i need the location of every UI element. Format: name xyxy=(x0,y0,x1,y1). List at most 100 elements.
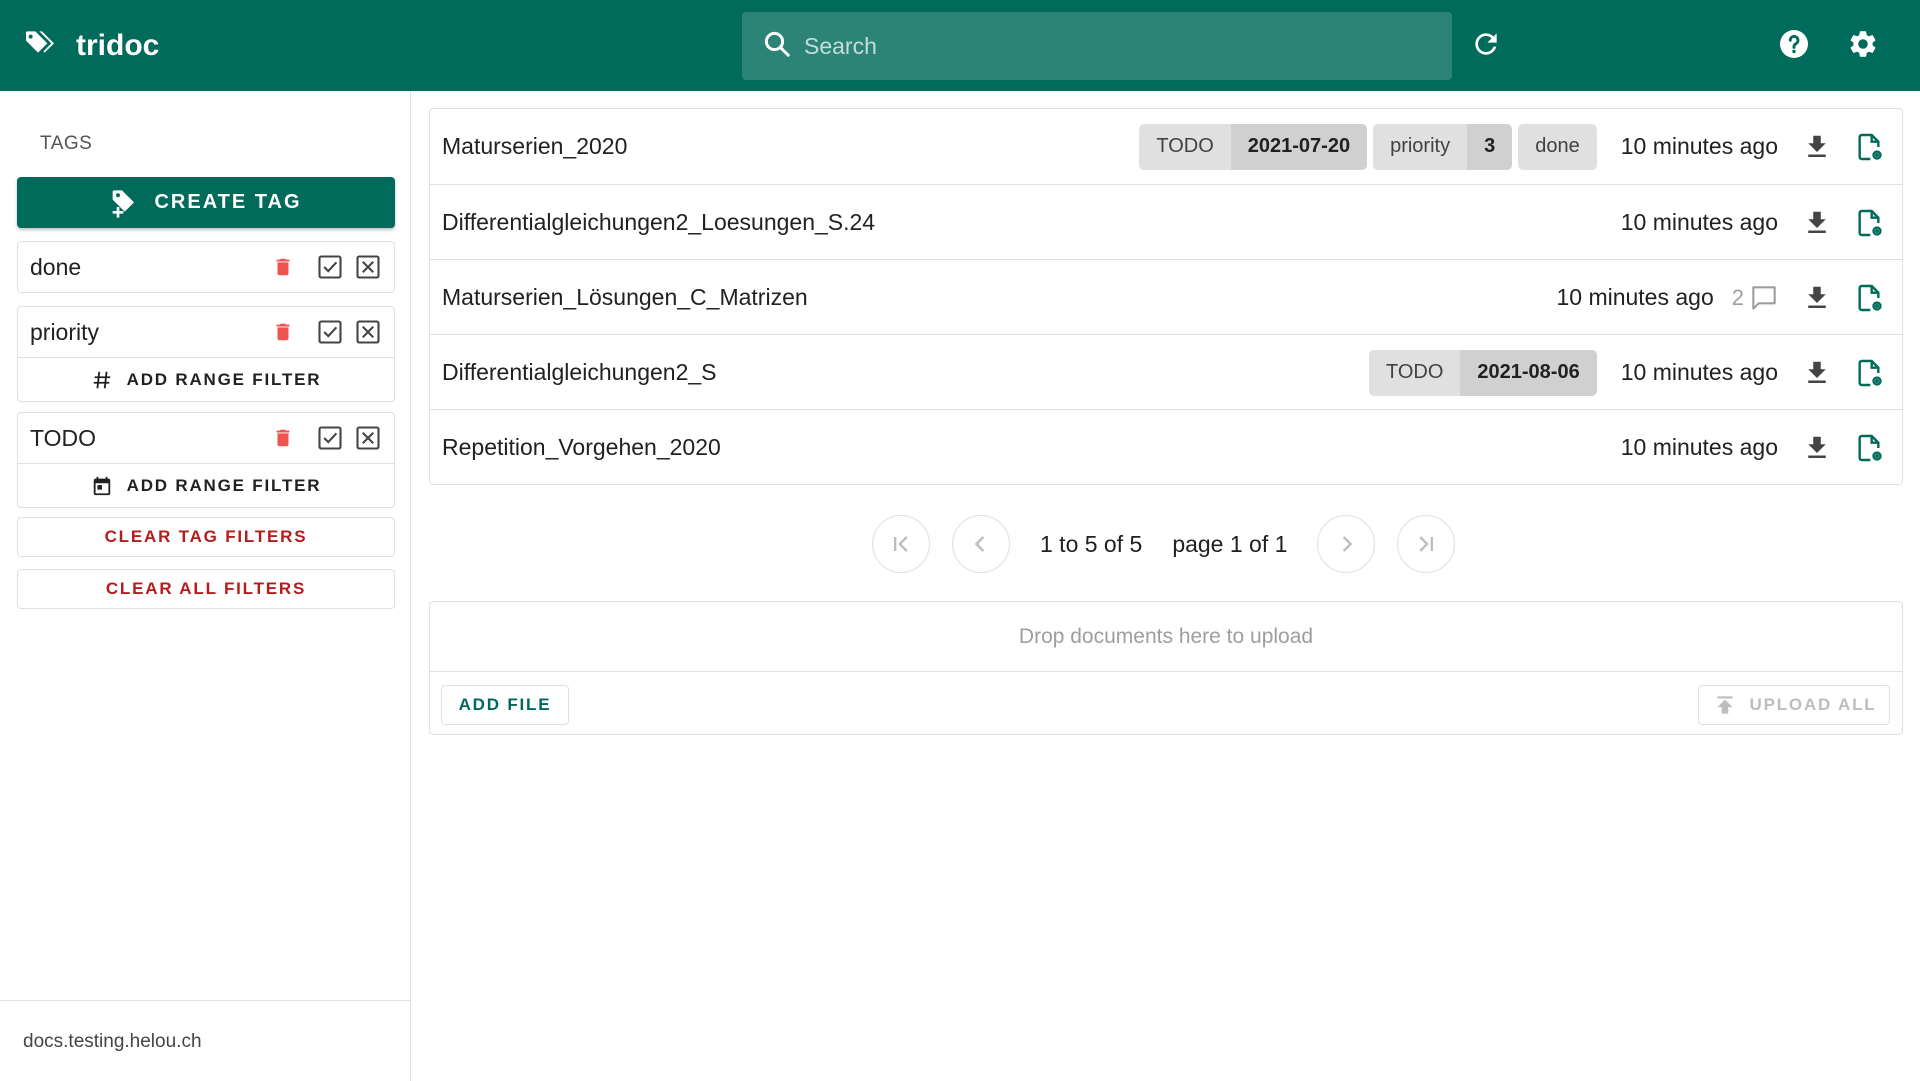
tag-chip[interactable]: done xyxy=(1518,123,1597,170)
document-title[interactable]: Maturserien_Lösungen_C_Matrizen xyxy=(442,260,808,335)
last-page-icon xyxy=(1419,536,1434,552)
include-filter-checkbox-icon[interactable] xyxy=(316,424,344,452)
sidebar-footer: docs.testing.helou.ch xyxy=(0,1000,410,1081)
view-document-icon[interactable] xyxy=(1852,206,1886,240)
tags-icon xyxy=(24,28,56,65)
download-icon[interactable] xyxy=(1800,356,1834,390)
document-title[interactable]: Differentialgleichungen2_S xyxy=(442,335,717,410)
include-filter-checkbox-icon[interactable] xyxy=(316,253,344,281)
sidebar: TAGS CREATE TAG done priority ADD RANGE … xyxy=(0,91,411,1081)
upload-all-button[interactable]: UPLOAD ALL xyxy=(1698,685,1890,725)
previous-page-button[interactable] xyxy=(952,515,1010,573)
add-range-filter-button[interactable]: ADD RANGE FILTER xyxy=(18,357,394,401)
document-time: 10 minutes ago xyxy=(1620,434,1778,460)
include-filter-checkbox-icon[interactable] xyxy=(316,318,344,346)
tag-card-priority: priority ADD RANGE FILTER xyxy=(17,306,395,402)
download-icon[interactable] xyxy=(1800,431,1834,465)
chevron-right-icon xyxy=(1343,536,1353,552)
pagination-range: 1 to 5 of 5 xyxy=(1040,530,1143,557)
first-page-icon xyxy=(894,536,908,552)
download-icon[interactable] xyxy=(1800,130,1834,164)
chevron-left-icon xyxy=(974,536,985,552)
tag-name: done xyxy=(30,253,82,280)
app-name: tridoc xyxy=(76,29,160,62)
comments-indicator[interactable]: 2 xyxy=(1732,282,1780,314)
document-title[interactable]: Repetition_Vorgehen_2020 xyxy=(442,410,721,485)
add-range-filter-label: ADD RANGE FILTER xyxy=(126,475,322,495)
delete-icon[interactable] xyxy=(272,427,294,449)
list-item[interactable]: Maturserien_Lösungen_C_Matrizen 10 minut… xyxy=(430,259,1902,334)
list-item[interactable]: Differentialgleichungen2_S TODO 2021-08-… xyxy=(430,334,1902,409)
document-title[interactable]: Maturserien_2020 xyxy=(442,109,627,184)
download-icon[interactable] xyxy=(1800,206,1834,240)
add-range-filter-button[interactable]: ADD RANGE FILTER xyxy=(18,463,394,507)
download-icon[interactable] xyxy=(1800,281,1834,315)
view-document-icon[interactable] xyxy=(1852,130,1886,164)
exclude-filter-checkbox-icon[interactable] xyxy=(354,253,382,281)
search-icon xyxy=(742,29,792,64)
tag-chip-label: TODO xyxy=(1368,349,1461,396)
add-tag-icon xyxy=(113,189,135,218)
upload-icon xyxy=(1716,696,1733,714)
upload-panel: Drop documents here to upload ADD FILE U… xyxy=(429,601,1903,735)
document-title[interactable]: Differentialgleichungen2_Loesungen_S.24 xyxy=(442,185,875,260)
view-document-icon[interactable] xyxy=(1852,281,1886,315)
pagination-page: page 1 of 1 xyxy=(1172,530,1288,557)
app-logo[interactable]: tridoc xyxy=(24,26,159,66)
search-input[interactable] xyxy=(804,32,1404,60)
tag-chip[interactable]: TODO 2021-07-20 xyxy=(1139,123,1368,170)
exclude-filter-checkbox-icon[interactable] xyxy=(354,318,382,346)
help-button[interactable] xyxy=(1774,26,1814,66)
exclude-filter-checkbox-icon[interactable] xyxy=(354,424,382,452)
clear-all-filters-button[interactable]: CLEAR ALL FILTERS xyxy=(17,569,395,609)
document-time: 10 minutes ago xyxy=(1620,359,1778,385)
document-time: 10 minutes ago xyxy=(1620,209,1778,235)
upload-all-label: UPLOAD ALL xyxy=(1749,695,1877,714)
calendar-icon xyxy=(93,476,110,495)
tag-card-todo: TODO ADD RANGE FILTER xyxy=(17,412,395,508)
tag-chip[interactable]: TODO 2021-08-06 xyxy=(1368,349,1597,396)
delete-icon[interactable] xyxy=(272,256,294,278)
last-page-button[interactable] xyxy=(1397,515,1456,573)
tag-row: TODO xyxy=(18,413,394,463)
gear-icon xyxy=(1847,28,1879,65)
app-header: tridoc xyxy=(0,0,1920,91)
clear-tag-filters-button[interactable]: CLEAR TAG FILTERS xyxy=(17,517,395,557)
view-document-icon[interactable] xyxy=(1852,356,1886,390)
next-page-button[interactable] xyxy=(1317,515,1376,573)
create-tag-label: CREATE TAG xyxy=(154,191,302,213)
add-file-button[interactable]: ADD FILE xyxy=(441,685,569,725)
search-bar[interactable] xyxy=(742,12,1452,80)
list-item[interactable]: Differentialgleichungen2_Loesungen_S.24 … xyxy=(430,184,1902,259)
tags-heading: TAGS xyxy=(40,133,93,154)
tag-chip[interactable]: priority 3 xyxy=(1373,123,1513,170)
refresh-button[interactable] xyxy=(1466,26,1506,66)
first-page-button[interactable] xyxy=(872,515,930,573)
list-item[interactable]: Maturserien_2020 TODO 2021-07-20 priorit… xyxy=(430,109,1902,184)
refresh-icon xyxy=(1470,28,1502,65)
delete-icon[interactable] xyxy=(272,321,294,343)
document-list: Maturserien_2020 TODO 2021-07-20 priorit… xyxy=(429,108,1903,485)
pagination: 1 to 5 of 5 page 1 of 1 xyxy=(872,515,1456,573)
tag-name: TODO xyxy=(30,424,97,451)
document-time: 10 minutes ago xyxy=(1556,284,1714,310)
tag-chip-label: done xyxy=(1518,123,1597,170)
view-document-icon[interactable] xyxy=(1852,431,1886,465)
add-range-filter-label: ADD RANGE FILTER xyxy=(126,369,322,389)
tag-chip-value: 2021-08-06 xyxy=(1460,349,1597,396)
help-icon xyxy=(1778,28,1810,65)
tag-chip-label: priority xyxy=(1373,123,1468,170)
tag-row: done xyxy=(18,242,394,292)
tag-row: priority xyxy=(18,307,394,357)
settings-button[interactable] xyxy=(1843,26,1883,66)
server-host: docs.testing.helou.ch xyxy=(23,1031,202,1052)
tag-card-done: done xyxy=(17,241,395,293)
create-tag-button[interactable]: CREATE TAG xyxy=(17,177,395,228)
document-time: 10 minutes ago xyxy=(1620,133,1778,159)
tag-chip-value: 3 xyxy=(1467,123,1513,170)
tag-chip-value: 2021-07-20 xyxy=(1230,123,1368,170)
drop-zone[interactable]: Drop documents here to upload xyxy=(430,602,1902,672)
list-item[interactable]: Repetition_Vorgehen_2020 10 minutes ago xyxy=(430,409,1902,484)
hash-icon xyxy=(93,371,110,388)
tag-name: priority xyxy=(30,318,100,345)
